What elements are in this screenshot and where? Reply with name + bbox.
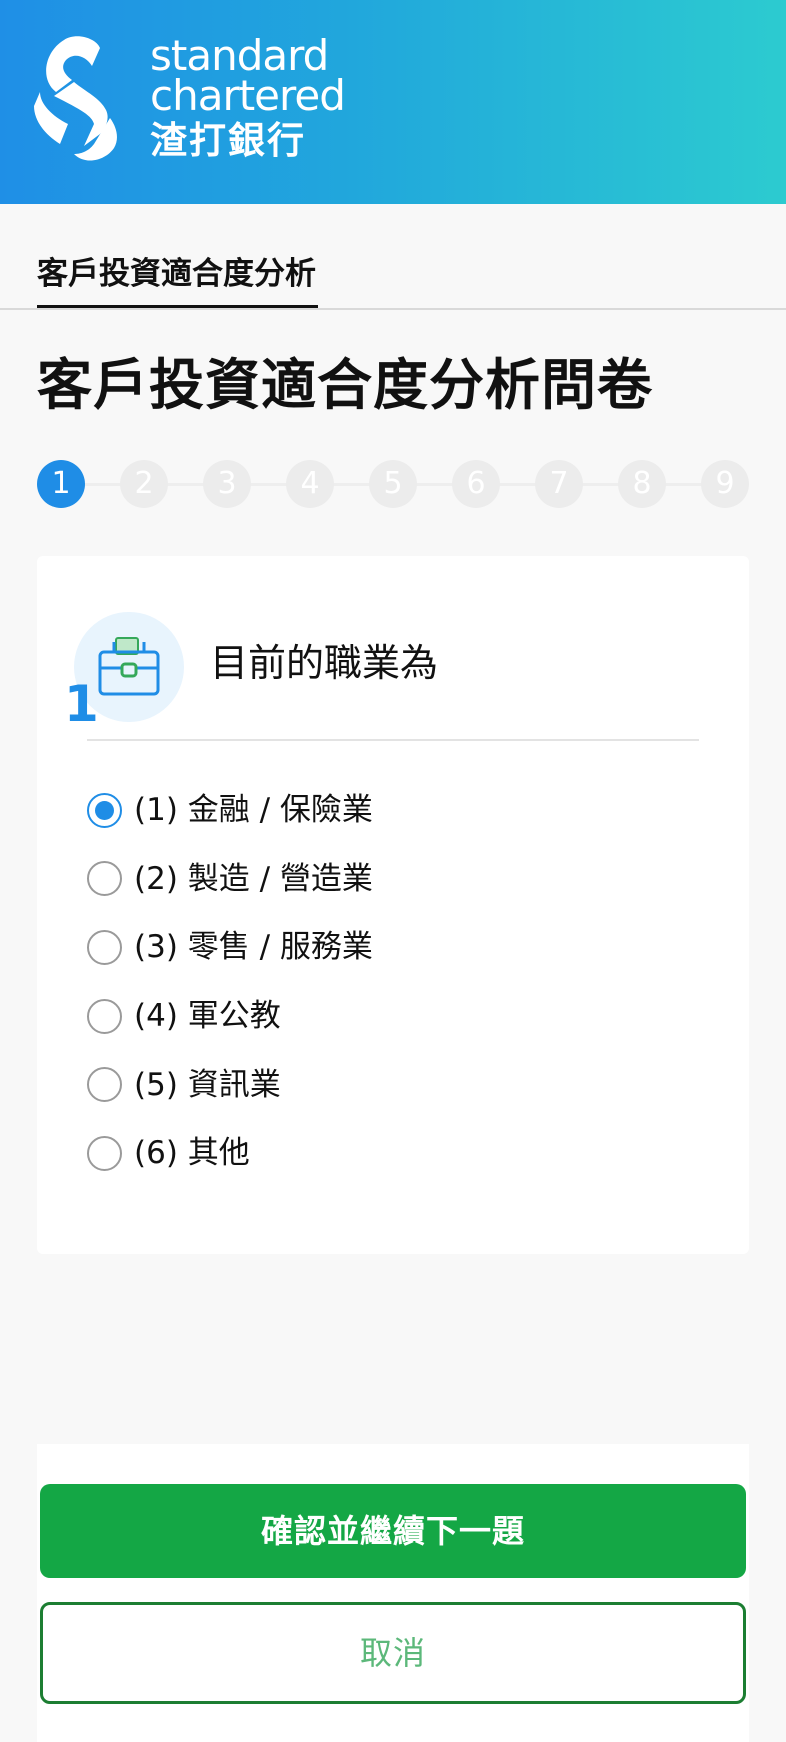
question-text: 目前的職業為	[210, 641, 439, 685]
radio-button[interactable]	[87, 998, 122, 1034]
radio-button[interactable]	[87, 1135, 122, 1171]
option-label: (2) 製造 / 營造業	[134, 860, 373, 897]
action-footer: 確認並繼續下一題 取消	[37, 1444, 749, 1742]
option-label: (6) 其他	[134, 1135, 250, 1172]
option-label: (3) 零售 / 服務業	[134, 929, 373, 966]
progress-stepper: 1 2 3 4 5 6 7 8 9	[37, 460, 749, 508]
brand-name-line2: chartered	[150, 71, 346, 120]
step-5: 5	[369, 460, 417, 508]
question-number: 1	[64, 675, 99, 733]
brand-name-line1: standard	[150, 31, 329, 80]
divider	[87, 739, 699, 741]
question-card: 1 目前的職業為 (1) 金融 / 保險業 (2) 製造 / 營造業 (3) 零…	[37, 556, 749, 1254]
radio-button-selected[interactable]	[87, 792, 122, 828]
step-2: 2	[120, 460, 168, 508]
step-6: 6	[452, 460, 500, 508]
standard-chartered-logo-icon	[34, 36, 117, 161]
option-label: (5) 資訊業	[134, 1066, 281, 1103]
tab-suitability-analysis[interactable]: 客戶投資適合度分析	[37, 256, 318, 308]
brand-name-zh: 渣打銀行	[150, 119, 306, 162]
step-9: 9	[701, 460, 749, 508]
page-title: 客戶投資適合度分析問卷	[37, 353, 654, 417]
option-information-technology[interactable]: (5) 資訊業	[87, 1050, 373, 1119]
confirm-next-button[interactable]: 確認並繼續下一題	[40, 1484, 746, 1578]
radio-button[interactable]	[87, 929, 122, 965]
option-military-public-education[interactable]: (4) 軍公教	[87, 982, 373, 1051]
step-4: 4	[286, 460, 334, 508]
option-manufacturing-construction[interactable]: (2) 製造 / 營造業	[87, 845, 373, 914]
step-7: 7	[535, 460, 583, 508]
option-finance-insurance[interactable]: (1) 金融 / 保險業	[87, 776, 373, 845]
step-1: 1	[37, 460, 85, 508]
step-3: 3	[203, 460, 251, 508]
cancel-button[interactable]: 取消	[40, 1602, 746, 1704]
radio-button[interactable]	[87, 861, 122, 897]
tab-bar: 客戶投資適合度分析	[0, 204, 786, 310]
step-8: 8	[618, 460, 666, 508]
option-label: (4) 軍公教	[134, 998, 281, 1035]
option-other[interactable]: (6) 其他	[87, 1119, 373, 1188]
radio-button[interactable]	[87, 1067, 122, 1103]
option-retail-service[interactable]: (3) 零售 / 服務業	[87, 913, 373, 982]
option-label: (1) 金融 / 保險業	[134, 792, 373, 829]
brand-header: standard chartered 渣打銀行	[0, 0, 786, 204]
answer-options: (1) 金融 / 保險業 (2) 製造 / 營造業 (3) 零售 / 服務業 (…	[87, 776, 373, 1188]
